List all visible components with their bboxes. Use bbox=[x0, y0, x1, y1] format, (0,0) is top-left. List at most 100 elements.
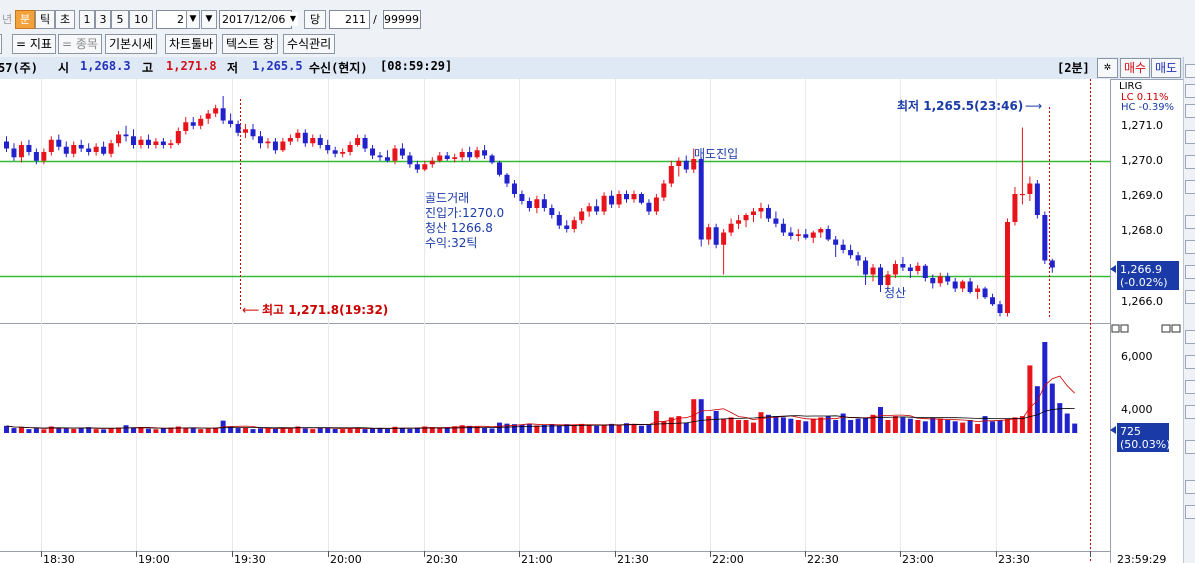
period-tab-year[interactable]: 년 bbox=[0, 11, 14, 28]
side-tool-icon[interactable] bbox=[1185, 180, 1195, 194]
side-tool-icon[interactable] bbox=[1185, 104, 1195, 118]
panel-l-icon[interactable] bbox=[1120, 324, 1129, 333]
candle-body bbox=[1049, 260, 1055, 268]
candle-body bbox=[579, 211, 585, 221]
period-tab-tick[interactable]: 틱 bbox=[35, 10, 55, 29]
candle-body bbox=[11, 148, 17, 158]
volume-bar bbox=[930, 417, 936, 433]
candle-body bbox=[355, 138, 361, 145]
period-tab-minute[interactable]: 분 bbox=[15, 10, 35, 29]
volume-bar bbox=[33, 428, 39, 433]
volume-bar bbox=[967, 420, 973, 433]
panel-close-icon[interactable] bbox=[1171, 324, 1181, 333]
lowest-arrow: ⟶ bbox=[1025, 99, 1042, 113]
side-tool-icon[interactable] bbox=[1185, 240, 1195, 254]
volume-bar bbox=[482, 427, 488, 433]
side-tool-icon[interactable] bbox=[1185, 440, 1195, 454]
side-tool-icon[interactable] bbox=[1185, 84, 1195, 98]
panel-maximize-icon[interactable] bbox=[1161, 324, 1171, 333]
candle-body bbox=[41, 152, 47, 161]
candle-body bbox=[325, 145, 331, 151]
candle-body bbox=[990, 297, 996, 305]
side-tool-icon[interactable] bbox=[1185, 330, 1195, 344]
candle-body bbox=[235, 124, 241, 133]
volume-bar bbox=[586, 425, 592, 433]
side-tool-icon[interactable] bbox=[1185, 130, 1195, 144]
side-tool-icon[interactable] bbox=[1185, 265, 1195, 279]
candle-body bbox=[624, 194, 630, 200]
volume-bar bbox=[990, 421, 996, 433]
max-count-input[interactable]: 99999 bbox=[383, 10, 421, 29]
candle-body bbox=[437, 155, 443, 161]
volume-bar bbox=[833, 420, 839, 433]
candle-body bbox=[855, 255, 861, 261]
side-tool-icon[interactable] bbox=[1185, 355, 1195, 369]
gear-icon[interactable]: ✲ bbox=[1097, 58, 1118, 78]
buy-button[interactable]: 매수 bbox=[1120, 58, 1150, 78]
interval-button-10[interactable]: 10 bbox=[129, 10, 153, 29]
side-tool-icon[interactable] bbox=[1185, 505, 1195, 519]
volume-bar bbox=[243, 427, 249, 433]
time-axis: 18:30 19:00 19:30 20:00 20:30 21:00 21:30 22:00… bbox=[41, 551, 1166, 563]
current-volume-pct: (50.03%) bbox=[1120, 438, 1171, 451]
time-tick-label: 23:59:29 bbox=[1117, 553, 1166, 563]
dang-button[interactable]: 당 bbox=[304, 10, 326, 29]
formula-manager-button[interactable]: 수식관리 bbox=[283, 34, 336, 54]
date-dropdown-icon[interactable]: ▼ bbox=[288, 12, 298, 26]
side-tool-icon[interactable] bbox=[1185, 155, 1195, 169]
candle-body bbox=[101, 146, 107, 154]
basic-quote-button[interactable]: 기본시세 bbox=[105, 34, 158, 54]
interval-button-1[interactable]: 1 bbox=[79, 10, 95, 29]
side-tool-icon[interactable] bbox=[1185, 480, 1195, 494]
candle-body bbox=[153, 141, 159, 145]
symbol-button[interactable]: = 종목 bbox=[58, 34, 102, 54]
receive-status: 수신(현지) bbox=[309, 61, 368, 75]
volume-bar bbox=[332, 428, 338, 433]
side-tool-icon[interactable] bbox=[1185, 405, 1195, 419]
volume-bar bbox=[1064, 413, 1070, 433]
chart-area[interactable]: ⟵ 최고 1,271.8(19:32) 최저 1,265.5(23:46) ⟶ … bbox=[0, 79, 1183, 563]
candle-body bbox=[160, 141, 166, 145]
candle-body bbox=[945, 276, 951, 282]
candle-body bbox=[848, 250, 854, 256]
period-tab-second[interactable]: 초 bbox=[55, 10, 75, 29]
volume-bar bbox=[183, 428, 189, 433]
candle-body bbox=[661, 183, 667, 198]
indicator-button[interactable]: = 지표 bbox=[12, 34, 56, 54]
candle-body bbox=[504, 174, 510, 184]
candle-body bbox=[220, 108, 226, 121]
side-tool-icon[interactable] bbox=[1185, 215, 1195, 229]
interval-button-3[interactable]: 3 bbox=[95, 10, 111, 29]
candle-body bbox=[138, 139, 144, 145]
panel-l-icon[interactable] bbox=[1111, 324, 1120, 333]
collapsed-button[interactable] bbox=[0, 34, 2, 54]
sell-button[interactable]: 매도 bbox=[1151, 58, 1181, 78]
candle-body bbox=[564, 225, 570, 229]
current-change: (-0.02%) bbox=[1120, 276, 1168, 289]
candle-body bbox=[975, 288, 981, 292]
high-value: 1,271.8 bbox=[166, 59, 217, 73]
interval-input[interactable]: 2 bbox=[156, 10, 188, 29]
candle-body bbox=[1042, 215, 1048, 261]
candle-body bbox=[280, 141, 286, 151]
volume-bar bbox=[145, 428, 151, 433]
candle-body bbox=[937, 276, 943, 284]
text-window-button[interactable]: 텍스트 창 bbox=[222, 34, 278, 54]
chevron-down-icon[interactable]: ▼ bbox=[186, 10, 200, 29]
candle-body bbox=[765, 208, 771, 219]
volume-bar bbox=[818, 417, 824, 433]
side-tool-icon[interactable] bbox=[1185, 290, 1195, 304]
volume-bar bbox=[1012, 417, 1018, 433]
side-tool-icon[interactable] bbox=[1185, 380, 1195, 394]
candle-body bbox=[287, 138, 293, 142]
volume-bar bbox=[190, 428, 196, 433]
side-tool-icon[interactable] bbox=[1185, 64, 1195, 78]
volume-bar bbox=[384, 428, 390, 433]
count-input[interactable]: 211 bbox=[329, 10, 370, 29]
chart-toolbar-button[interactable]: 차트툴바 bbox=[165, 34, 218, 54]
interval-button-5[interactable]: 5 bbox=[111, 10, 129, 29]
date-select[interactable]: 2017/12/06 bbox=[219, 10, 292, 29]
candle-body bbox=[653, 197, 659, 212]
chevron-down-icon[interactable]: ▼ bbox=[201, 10, 217, 29]
candle-body bbox=[205, 113, 211, 119]
